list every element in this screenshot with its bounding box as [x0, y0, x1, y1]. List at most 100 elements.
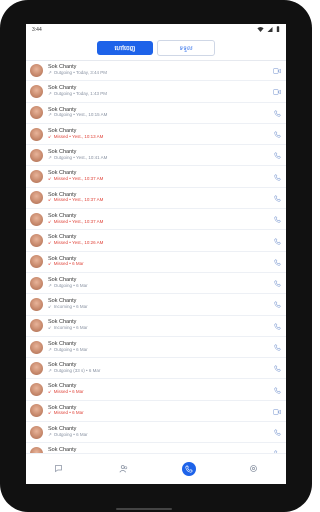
- call-row[interactable]: Sok Chanty↙Missed • 6 Mar: [26, 252, 286, 273]
- nav-contacts-button[interactable]: [117, 462, 131, 476]
- voice-call-button[interactable]: [272, 236, 282, 246]
- call-info: Sok Chanty ↙ Missed • Yest., 10:37 AM: [48, 213, 272, 225]
- screen: 3:44 ហៅចេញ ទទួល Sok Chanty ↗ Outgoing • To…: [26, 24, 286, 484]
- call-info: Sok Chanty↙Missed • 6 Mar: [48, 384, 272, 394]
- call-detail-text: Missed • Yest., 10:37 AM: [53, 218, 104, 224]
- call-detail-text: Missed • 6 Mar: [53, 261, 84, 267]
- missed-call-icon: ↙: [48, 218, 52, 224]
- call-row[interactable]: Sok Chanty ↙ Missed • Yest., 10:26 AM: [26, 230, 286, 252]
- call-info: Sok Chanty↙Missed • 6 Mar: [48, 405, 272, 416]
- avatar: [30, 127, 43, 141]
- avatar: [30, 170, 43, 184]
- video-icon: [273, 61, 281, 79]
- call-detail: ↙ Missed • Yest., 10:37 AM: [48, 218, 272, 225]
- video-icon: [273, 82, 281, 100]
- call-detail-text: Outgoing • 6 Mar: [53, 346, 88, 352]
- voice-call-button[interactable]: [272, 427, 282, 437]
- tab-outgoing[interactable]: ហៅចេញ: [97, 41, 153, 55]
- call-row[interactable]: Sok Chanty ↙ Incoming • 6 Mar: [26, 294, 286, 316]
- voice-call-button[interactable]: [272, 278, 282, 288]
- voice-call-button[interactable]: [272, 129, 282, 139]
- call-detail-text: Missed • Yest., 10:13 AM: [53, 133, 104, 139]
- outgoing-call-icon: ↗: [48, 69, 52, 75]
- call-row[interactable]: Sok Chanty ↗ Outgoing • 6 Mar: [26, 337, 286, 359]
- missed-call-icon: ↙: [48, 176, 52, 182]
- status-icons: [257, 26, 280, 34]
- call-row[interactable]: Sok Chanty ↙ Missed • Yest., 10:13 AM: [26, 124, 286, 146]
- call-row[interactable]: Sok Chanty ↗ Outgoing (33 s) • 6 Mar: [26, 358, 286, 380]
- call-row[interactable]: Sok Chanty↙Missed • 6 Mar: [26, 379, 286, 401]
- missed-call-icon: ↙: [48, 261, 52, 267]
- video-call-button[interactable]: [272, 86, 282, 96]
- voice-call-button[interactable]: [272, 299, 282, 309]
- call-row[interactable]: Sok Chanty ↙ Missed • Yest., 10:37 AM: [26, 188, 286, 210]
- avatar: [30, 404, 43, 418]
- phone-icon: [273, 274, 281, 292]
- call-detail: ↗ Outgoing • 6 Mar: [48, 346, 272, 353]
- avatar: [30, 297, 43, 311]
- nav-settings-button[interactable]: [247, 462, 261, 476]
- call-info: Sok Chanty ↗ Outgoing • Today, 3:44 PM: [48, 64, 272, 76]
- call-row[interactable]: Sok Chanty ↗ Outgoing • Today, 3:44 PM: [26, 60, 286, 82]
- call-row[interactable]: Sok Chanty ↗ Outgoing • 6 Mar: [26, 422, 286, 444]
- call-tabs: ហៅចេញ ទទួល: [26, 36, 286, 61]
- call-detail: ↗ Outgoing • Yest., 10:41 AM: [48, 154, 272, 161]
- call-list: Sok Chanty ↗ Outgoing • Today, 3:44 PM Sok …: [26, 60, 286, 465]
- call-row[interactable]: Sok Chanty ↗ Outgoing • Yest., 10:15 AM: [26, 103, 286, 124]
- video-call-button[interactable]: [272, 406, 282, 416]
- call-row[interactable]: Sok Chanty ↙ Missed • Yest., 10:37 AM: [26, 209, 286, 231]
- voice-call-button[interactable]: [272, 108, 282, 118]
- avatar: [30, 319, 43, 333]
- voice-call-button[interactable]: [272, 214, 282, 224]
- missed-call-icon: ↙: [48, 133, 52, 139]
- chat-icon: [54, 460, 63, 478]
- outgoing-call-icon: ↗: [48, 367, 52, 373]
- call-row[interactable]: Sok Chanty ↙ Missed • Yest., 10:37 AM: [26, 166, 286, 188]
- call-detail: ↙ Missed • Yest., 10:13 AM: [48, 133, 272, 140]
- call-detail: ↗ Outgoing • 6 Mar: [48, 282, 272, 289]
- outgoing-call-icon: ↗: [48, 112, 52, 118]
- call-detail-text: Outgoing • Yest., 10:41 AM: [53, 154, 108, 160]
- call-detail-text: Outgoing • Yest., 10:15 AM: [53, 112, 108, 118]
- avatar: [30, 276, 43, 290]
- device-frame: 3:44 ហៅចេញ ទទួល Sok Chanty ↗ Outgoing • To…: [0, 0, 312, 512]
- call-row[interactable]: Sok Chanty ↗ Outgoing • 6 Mar: [26, 273, 286, 295]
- call-detail-text: Incoming • 6 Mar: [53, 303, 88, 309]
- signal-icon: [267, 26, 273, 34]
- call-detail-text: Outgoing • 6 Mar: [53, 282, 88, 288]
- call-detail: ↙ Missed • Yest., 10:26 AM: [48, 240, 272, 246]
- voice-call-button[interactable]: [272, 150, 282, 160]
- home-indicator: [116, 508, 172, 510]
- voice-call-button[interactable]: [272, 342, 282, 352]
- call-detail-text: Outgoing • Today, 3:44 PM: [53, 69, 107, 75]
- avatar: [30, 361, 43, 375]
- outgoing-call-icon: ↗: [48, 346, 52, 352]
- nav-chat-button[interactable]: [52, 462, 66, 476]
- call-info: Sok Chanty ↗ Outgoing • Yest., 10:41 AM: [48, 149, 272, 161]
- call-row[interactable]: Sok Chanty↙Missed • 6 Mar: [26, 401, 286, 423]
- voice-call-button[interactable]: [272, 193, 282, 203]
- call-row[interactable]: Sok Chanty ↙ Incoming • 6 Mar: [26, 316, 286, 337]
- missed-call-icon: ↙: [48, 389, 52, 395]
- voice-call-button[interactable]: [272, 172, 282, 182]
- voice-call-button[interactable]: [272, 257, 282, 267]
- video-icon: [273, 402, 281, 420]
- video-call-button[interactable]: [272, 65, 282, 75]
- call-detail: ↗ Outgoing • Today, 1:43 PM: [48, 91, 272, 97]
- call-row[interactable]: Sok Chanty ↗ Outgoing • Yest., 10:41 AM: [26, 145, 286, 167]
- wifi-icon: [257, 26, 264, 34]
- call-detail: ↗ Outgoing • Today, 3:44 PM: [48, 69, 272, 76]
- avatar: [30, 191, 43, 205]
- voice-call-button[interactable]: [272, 385, 282, 395]
- call-info: Sok Chanty ↙ Incoming • 6 Mar: [48, 320, 272, 330]
- voice-call-button[interactable]: [272, 363, 282, 373]
- voice-call-button[interactable]: [272, 321, 282, 331]
- call-detail: ↙ Incoming • 6 Mar: [48, 326, 272, 331]
- tab-incoming[interactable]: ទទួល: [157, 40, 215, 56]
- outgoing-call-icon: ↗: [48, 154, 52, 160]
- contacts-icon: [119, 460, 128, 478]
- phone-icon: [273, 317, 281, 335]
- nav-calls-button[interactable]: [181, 462, 196, 476]
- call-row[interactable]: Sok Chanty ↗ Outgoing • Today, 1:43 PM: [26, 81, 286, 103]
- avatar: [30, 84, 43, 98]
